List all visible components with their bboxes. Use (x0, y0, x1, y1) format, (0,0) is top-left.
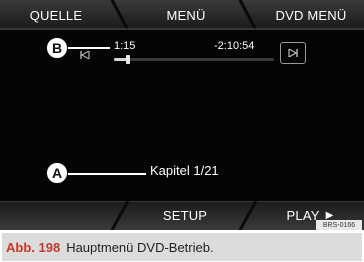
bottom-menu-bar: SETUP PLAY ▶ (0, 201, 364, 230)
dvd-menu-label: DVD MENÜ (275, 7, 347, 23)
dvd-menu-button[interactable]: DVD MENÜ (258, 0, 364, 30)
setup-button[interactable]: SETUP (122, 201, 248, 230)
source-button[interactable]: QUELLE (0, 0, 112, 30)
play-label: PLAY (286, 208, 320, 223)
callout-a-line (64, 173, 146, 175)
dvd-screen: QUELLE MENÜ DVD MENÜ 1:15 -2:10:54 B A K… (0, 0, 364, 230)
caption-prefix: Abb. 198 (6, 239, 61, 255)
skip-forward-icon[interactable] (280, 42, 306, 64)
bottom-left-button[interactable] (0, 201, 112, 230)
progress-track[interactable] (114, 55, 274, 64)
callout-b: B (46, 37, 68, 59)
top-menu-bar: QUELLE MENÜ DVD MENÜ (0, 0, 364, 30)
image-code: BRS-0166 (316, 220, 362, 230)
callout-b-line (64, 47, 110, 49)
callout-a-letter: A (51, 165, 63, 181)
menu-button[interactable]: MENÜ (130, 0, 242, 30)
remaining-time: -2:10:54 (214, 40, 255, 52)
menu-label: MENÜ (166, 7, 206, 23)
playback-progress-area: 1:15 -2:10:54 (76, 40, 306, 70)
skip-back-icon[interactable] (76, 48, 94, 62)
source-label: QUELLE (29, 7, 83, 23)
progress-thumb[interactable] (126, 55, 131, 64)
chapter-indicator: Kapitel 1/21 (150, 163, 219, 178)
figure-caption: Abb. 198 Hauptmenü DVD-Betrieb. (2, 233, 362, 261)
callout-a: A (46, 162, 68, 184)
elapsed-time: 1:15 (114, 40, 136, 52)
callout-b-letter: B (51, 40, 63, 56)
caption-text: Hauptmenü DVD-Betrieb. (66, 239, 214, 255)
setup-label: SETUP (162, 208, 208, 223)
